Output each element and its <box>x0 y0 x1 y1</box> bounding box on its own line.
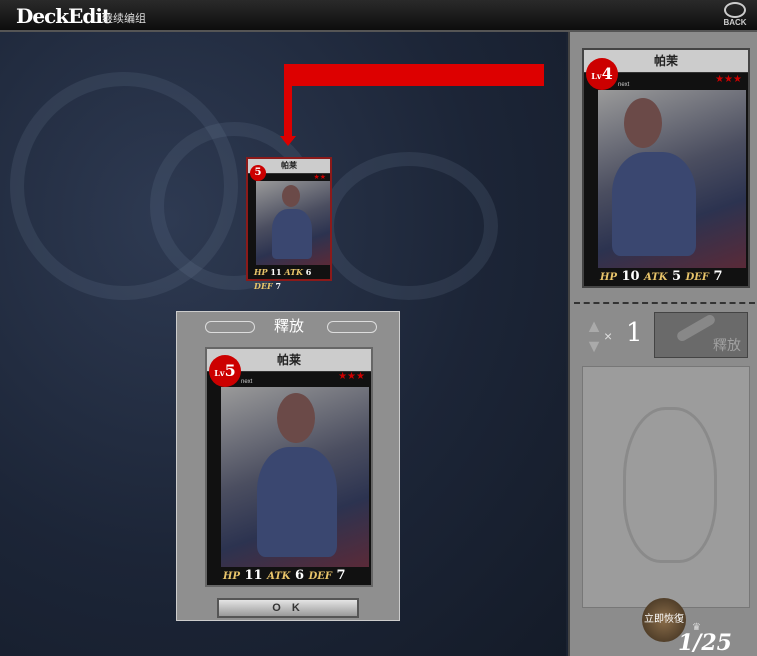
up-down-arrows-icon: ▲ ▼ <box>585 316 603 356</box>
atk-value: 5 <box>672 269 682 284</box>
card-stats: HP 10 ATK 5 DEF 7 <box>584 268 748 286</box>
back-button[interactable]: BACK <box>716 2 754 28</box>
top-bar: DeckEdit 继续编组 BACK <box>0 0 757 32</box>
skull-emblem-icon <box>623 407 717 563</box>
card-stars: ★★ <box>313 174 326 181</box>
app-subtitle: 继续编组 <box>102 13 146 25</box>
board-card[interactable]: 帕莱 5 ★★ HP 11 ATK 6 DEF 7 <box>246 157 332 291</box>
ok-button[interactable]: O K <box>217 598 359 618</box>
life-counter: 1/25 <box>678 630 732 656</box>
release-dialog: 釋放 帕莱 Lv5 next ★★★ HP 11 ATK 6 DEF 7 O K <box>176 311 400 621</box>
character-head <box>282 185 300 207</box>
character-head <box>277 393 315 443</box>
card-next-label: next <box>618 82 630 88</box>
card-art <box>256 181 330 265</box>
character-body <box>257 447 337 557</box>
tutorial-arrow-stem <box>284 64 292 138</box>
empty-card-slot[interactable] <box>582 366 750 608</box>
card-level: 5 <box>250 165 266 181</box>
def-value: 7 <box>713 269 723 284</box>
card-stars: ★★★ <box>715 74 742 85</box>
character-head <box>624 98 662 148</box>
card-next-label: next <box>241 379 253 385</box>
panel-divider <box>574 302 755 304</box>
atk-value: 6 <box>295 568 305 583</box>
release-count: 1 <box>626 318 643 348</box>
card-art <box>598 90 746 268</box>
selected-card[interactable]: 帕茉 Lv4 next ★★★ HP 10 ATK 5 DEF 7 <box>582 48 750 288</box>
dialog-title: 釋放 <box>273 318 304 335</box>
background-ornament <box>320 152 498 300</box>
character-body <box>612 152 696 256</box>
multiplier-sign: × <box>604 328 613 344</box>
card-level: Lv4 <box>586 58 618 90</box>
tutorial-arrow-bar <box>284 64 544 86</box>
def-value: 7 <box>336 568 346 583</box>
hp-value: 10 <box>621 269 640 284</box>
card-stats: HP 11 ATK 6 DEF 7 <box>207 567 371 585</box>
card-stars: ★★★ <box>338 371 365 382</box>
app-title: DeckEdit <box>16 4 111 28</box>
card-stats: HP 11 ATK 6 DEF 7 <box>248 265 330 291</box>
side-panel: 帕茉 Lv4 next ★★★ HP 10 ATK 5 DEF 7 ▲ ▼ × 1… <box>568 32 757 656</box>
hp-value: 11 <box>244 568 263 583</box>
character-body <box>272 209 312 259</box>
atk-value: 6 <box>305 267 312 277</box>
def-value: 7 <box>275 281 282 291</box>
release-button[interactable]: 釋放 <box>654 312 748 358</box>
hp-value: 11 <box>270 267 282 277</box>
release-card: 帕莱 Lv5 next ★★★ HP 11 ATK 6 DEF 7 <box>205 347 373 587</box>
back-icon <box>724 2 746 18</box>
back-label: BACK <box>723 18 747 27</box>
release-button-label: 釋放 <box>713 337 741 353</box>
card-art <box>221 387 369 567</box>
card-level: Lv5 <box>209 355 241 387</box>
tutorial-arrow-head <box>280 136 296 146</box>
bone-icon <box>675 313 717 343</box>
